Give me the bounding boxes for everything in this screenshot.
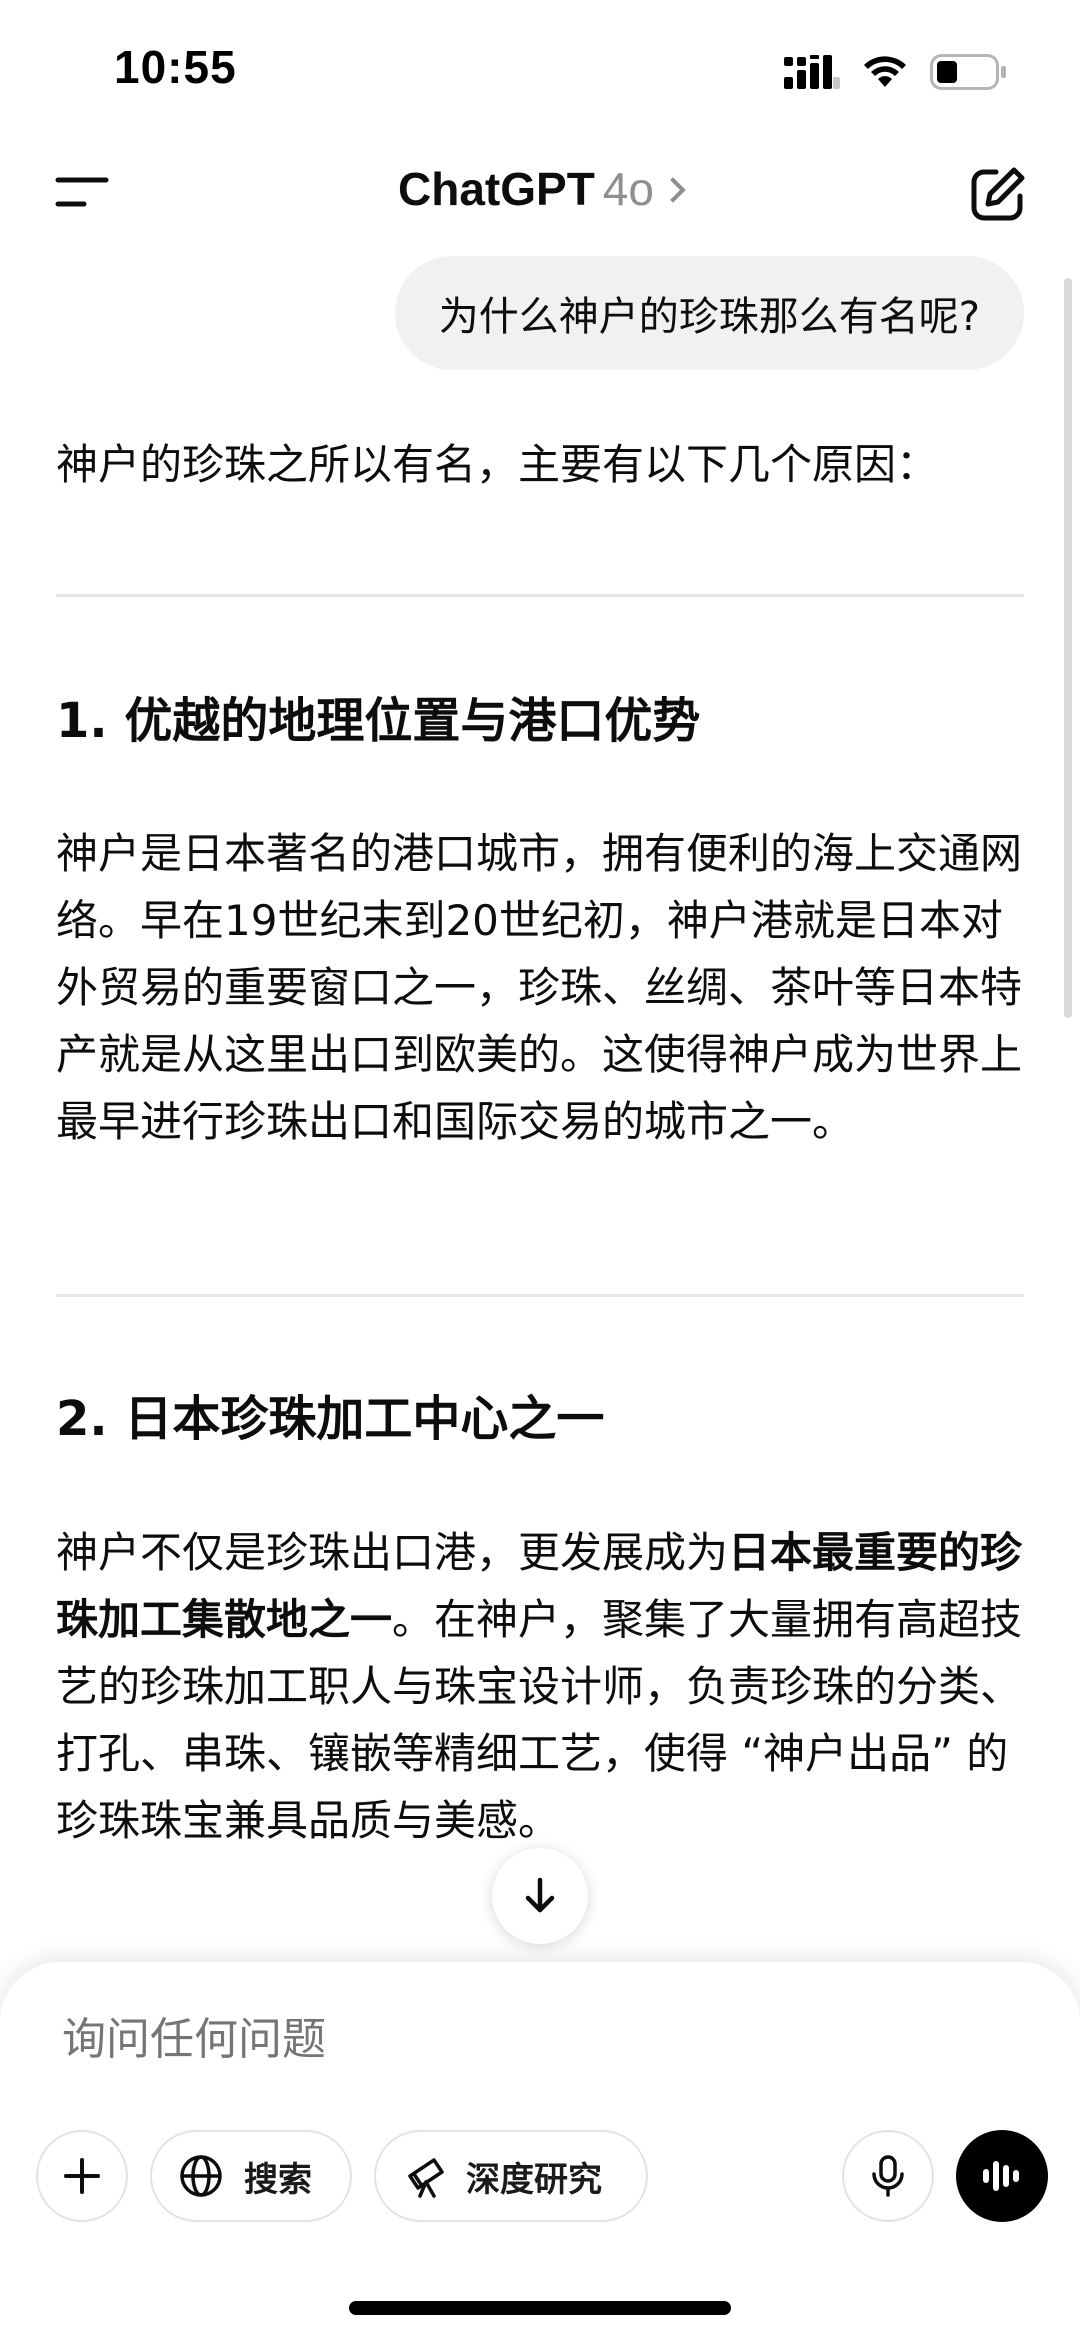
chat-header: ChatGPT 4o — [0, 150, 1080, 234]
model-selector[interactable]: ChatGPT 4o — [0, 162, 1080, 216]
battery-icon — [930, 54, 1006, 90]
plus-icon — [64, 2158, 100, 2194]
deep-research-button[interactable]: 深度研究 — [374, 2130, 648, 2222]
chevron-right-icon — [660, 177, 686, 203]
search-button[interactable]: 搜索 — [150, 2130, 352, 2222]
search-label: 搜索 — [244, 2159, 312, 2200]
mic-icon — [872, 2155, 904, 2197]
status-time: 10:55 — [114, 41, 237, 93]
divider — [56, 594, 1024, 597]
attach-button[interactable] — [36, 2130, 128, 2222]
status-bar: 10:55 — [0, 0, 1080, 140]
deep-research-label: 深度研究 — [466, 2159, 602, 2200]
section-body-2-text: 神户不仅是珍珠出口港，更发展成为 — [56, 1528, 729, 1577]
section-heading-2: 2. 日本珍珠加工中心之一 — [56, 1391, 605, 1447]
new-chat-button[interactable] — [970, 166, 1026, 222]
composer: 搜索 深度研究 — [0, 1962, 1080, 2337]
assistant-intro: 神户的珍珠之所以有名，主要有以下几个原因： — [56, 440, 939, 489]
app-title: ChatGPT — [398, 163, 595, 215]
arrow-down-icon — [525, 1877, 555, 1913]
divider — [56, 1294, 1024, 1297]
telescope-icon — [408, 2158, 444, 2198]
user-message-bubble: 为什么神户的珍珠那么有名呢? — [394, 256, 1024, 370]
user-message-text: 为什么神户的珍珠那么有名呢? — [438, 294, 980, 340]
message-input[interactable] — [60, 2014, 639, 2066]
scroll-to-bottom-button[interactable] — [492, 1848, 588, 1944]
voice-mode-button[interactable] — [956, 2130, 1048, 2222]
section-body-1: 神户是日本著名的港口城市，拥有便利的海上交通网络。早在19世纪末到20世纪初，神… — [56, 829, 1023, 1146]
home-indicator — [349, 2301, 731, 2315]
section-body-2: 神户不仅是珍珠出口港，更发展成为日本最重要的珍珠加工集散地之一。在神户，聚集了大… — [56, 1519, 1024, 1854]
scrollbar[interactable] — [1064, 278, 1072, 1018]
wifi-icon — [864, 56, 906, 87]
status-icons — [784, 50, 1008, 94]
compose-icon — [971, 167, 1025, 221]
cellular-signal-icon — [784, 55, 840, 89]
model-name: 4o — [602, 163, 654, 215]
globe-icon — [180, 2155, 222, 2197]
section-heading-1: 1. 优越的地理位置与港口优势 — [56, 693, 701, 749]
voice-waveform-icon — [983, 2161, 1019, 2191]
dictate-button[interactable] — [842, 2130, 934, 2222]
